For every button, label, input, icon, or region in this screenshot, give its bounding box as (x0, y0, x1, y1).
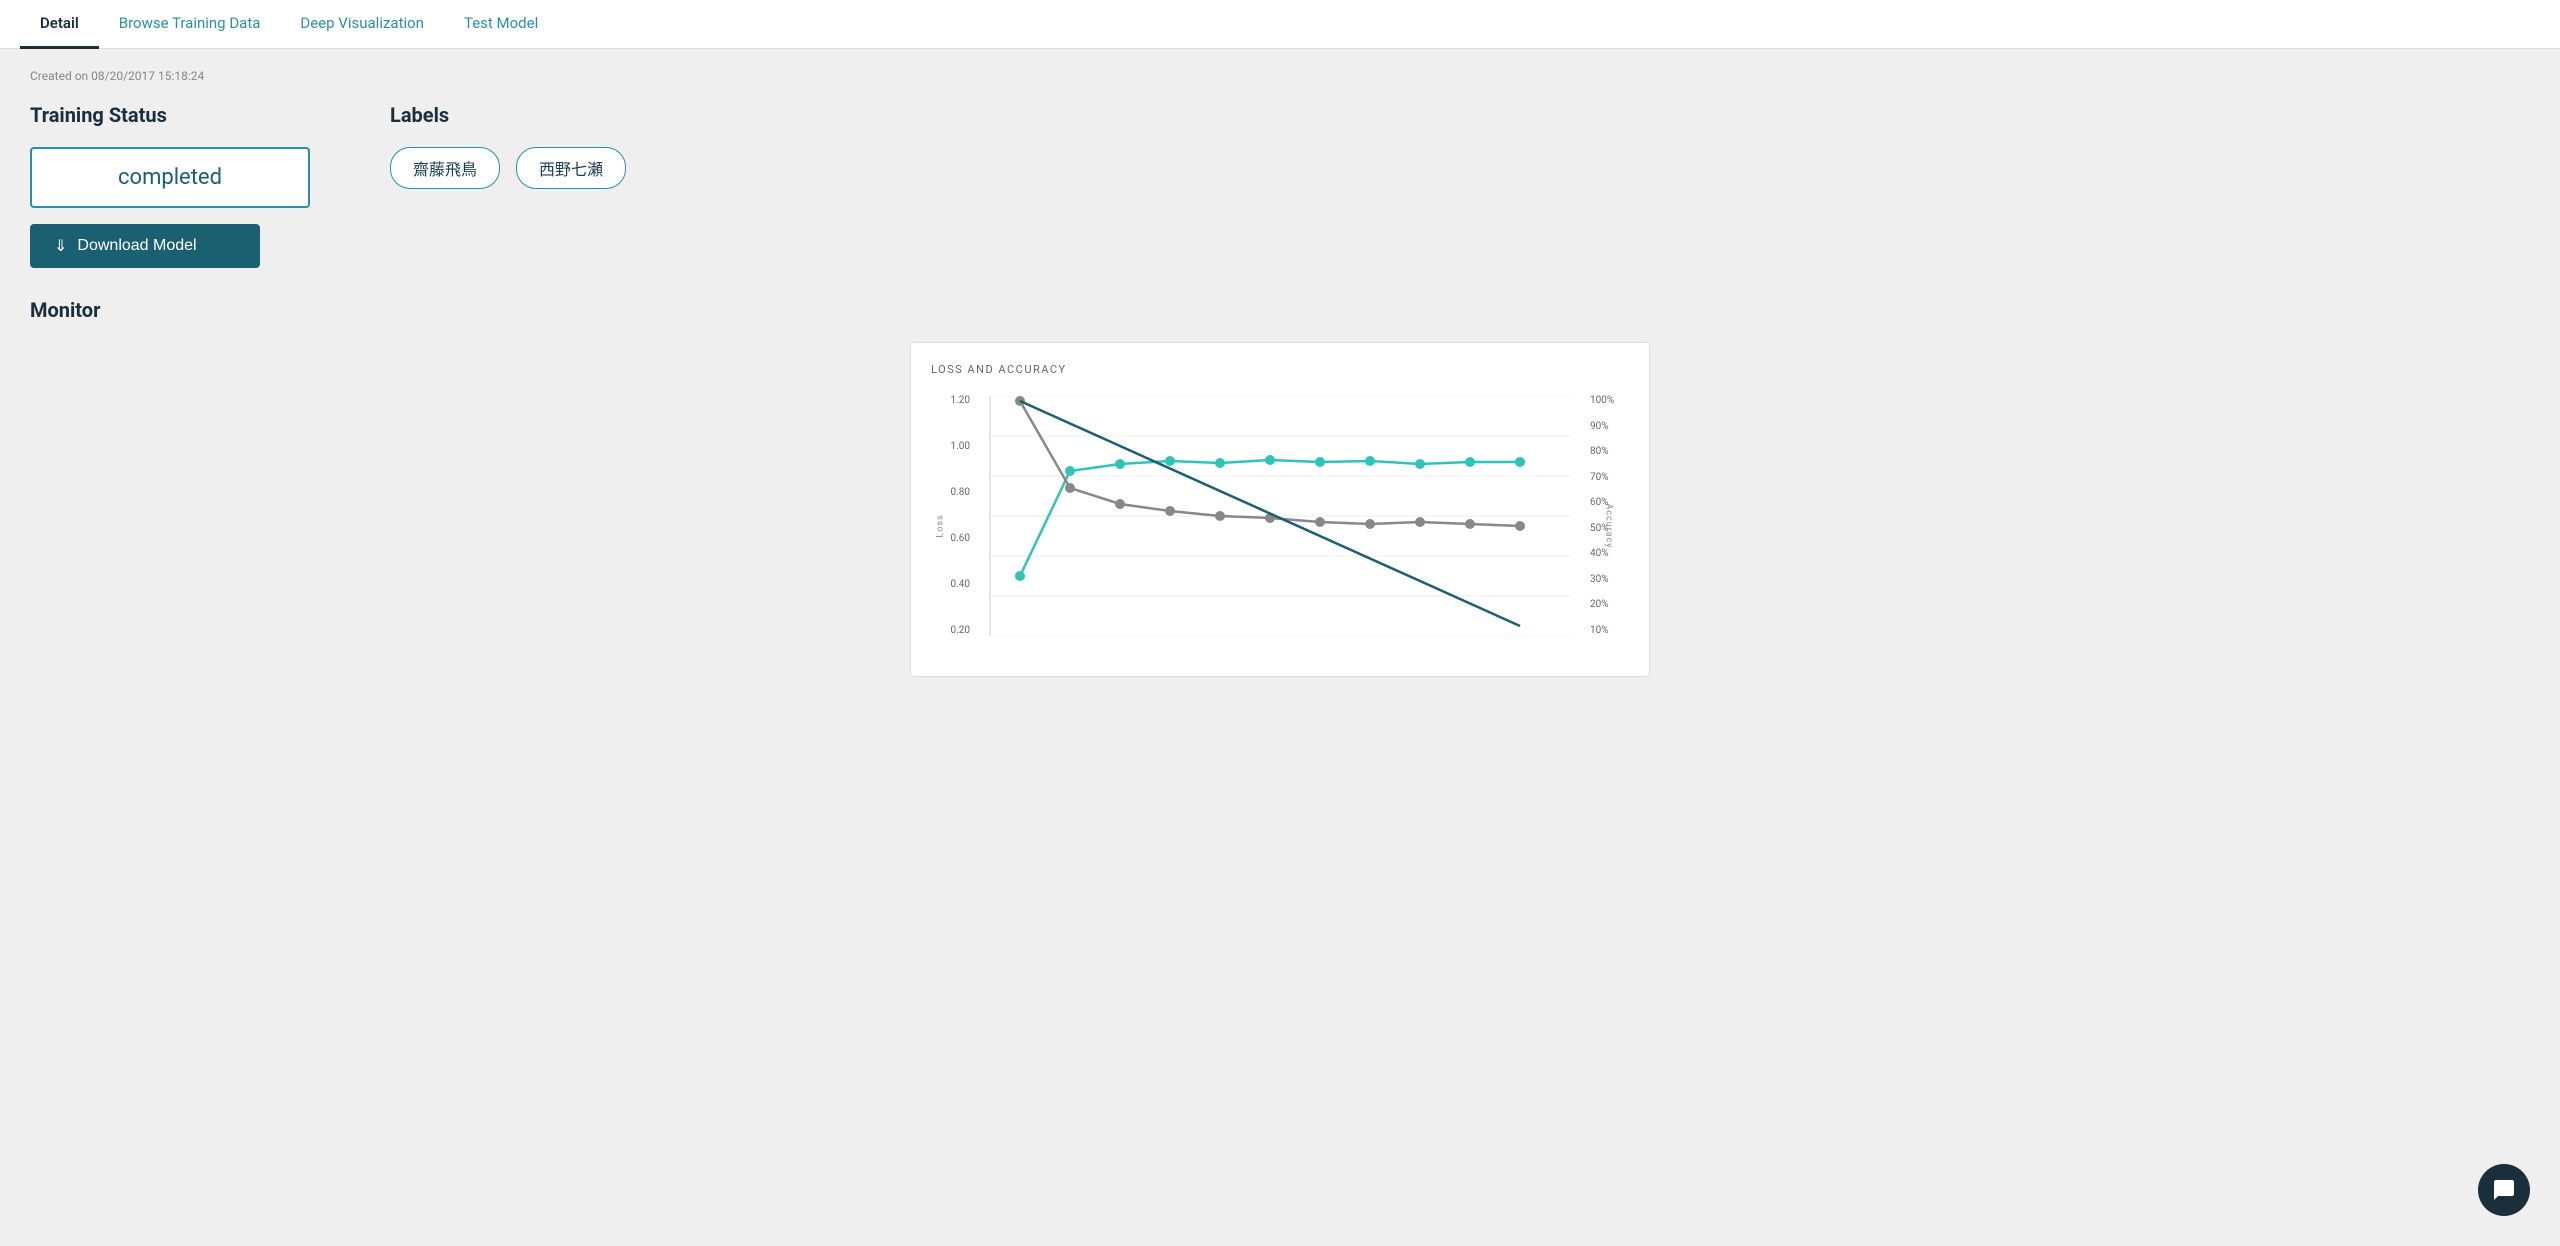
chart-container: LOSS AND ACCURACY 1.20 1.00 0.80 0.60 0.… (910, 342, 1650, 677)
content-area: Created on 08/20/2017 15:18:24 Training … (0, 49, 2560, 697)
chart-area: 1.20 1.00 0.80 0.60 0.40 0.20 Loss (921, 386, 1639, 666)
labels-title: Labels (390, 103, 2530, 127)
y-right-label-7: 30% (1590, 575, 1609, 585)
tab-browse-training[interactable]: Browse Training Data (99, 0, 281, 49)
label-badge-0: 齋藤飛鳥 (390, 147, 500, 189)
chart-svg (981, 396, 1579, 636)
two-col-layout: Training Status completed ⇓ Download Mod… (30, 103, 2530, 268)
tabs-bar: Detail Browse Training Data Deep Visuali… (0, 0, 2560, 49)
page-container: Detail Browse Training Data Deep Visuali… (0, 0, 2560, 1246)
chart-title: LOSS AND ACCURACY (921, 363, 1639, 376)
axis-title-right: Accuracy (1604, 504, 1614, 549)
y-right-label-8: 20% (1590, 600, 1609, 610)
y-axis-left: 1.20 1.00 0.80 0.60 0.40 0.20 (921, 396, 976, 636)
download-button-label: Download Model (77, 237, 196, 255)
labels-section: Labels 齋藤飛鳥 西野七瀬 (390, 103, 2530, 268)
y-left-label-5: 0.20 (951, 626, 971, 636)
axis-title-left: Loss (936, 514, 946, 537)
download-icon: ⇓ (54, 236, 67, 256)
y-right-label-6: 40% (1590, 549, 1609, 559)
chat-bubble-button[interactable] (2478, 1164, 2530, 1216)
download-model-button[interactable]: ⇓ Download Model (30, 224, 260, 268)
tab-deep-vis[interactable]: Deep Visualization (280, 0, 444, 49)
y-left-label-2: 0.80 (951, 488, 971, 498)
training-status-title: Training Status (30, 103, 350, 127)
label-badge-1: 西野七瀬 (516, 147, 626, 189)
monitor-title: Monitor (30, 298, 2530, 322)
training-status-section: Training Status completed ⇓ Download Mod… (30, 103, 350, 268)
y-right-label-0: 100% (1590, 396, 1614, 406)
y-right-label-2: 80% (1590, 447, 1609, 457)
tab-test-model[interactable]: Test Model (444, 0, 558, 49)
tab-detail[interactable]: Detail (20, 0, 99, 49)
monitor-section: Monitor LOSS AND ACCURACY 1.20 1.00 0.80… (30, 298, 2530, 677)
labels-list: 齋藤飛鳥 西野七瀬 (390, 147, 2530, 189)
created-label: Created on 08/20/2017 15:18:24 (30, 69, 2530, 83)
training-status-box: completed (30, 147, 310, 208)
y-left-label-3: 0.60 (951, 534, 971, 544)
y-left-label-4: 0.40 (951, 580, 971, 590)
y-left-label-0: 1.20 (951, 396, 971, 406)
chat-icon (2492, 1178, 2516, 1202)
y-right-label-3: 70% (1590, 473, 1609, 483)
y-right-label-1: 90% (1590, 422, 1609, 432)
y-right-label-9: 10% (1590, 626, 1609, 636)
y-left-label-1: 1.00 (951, 442, 971, 452)
